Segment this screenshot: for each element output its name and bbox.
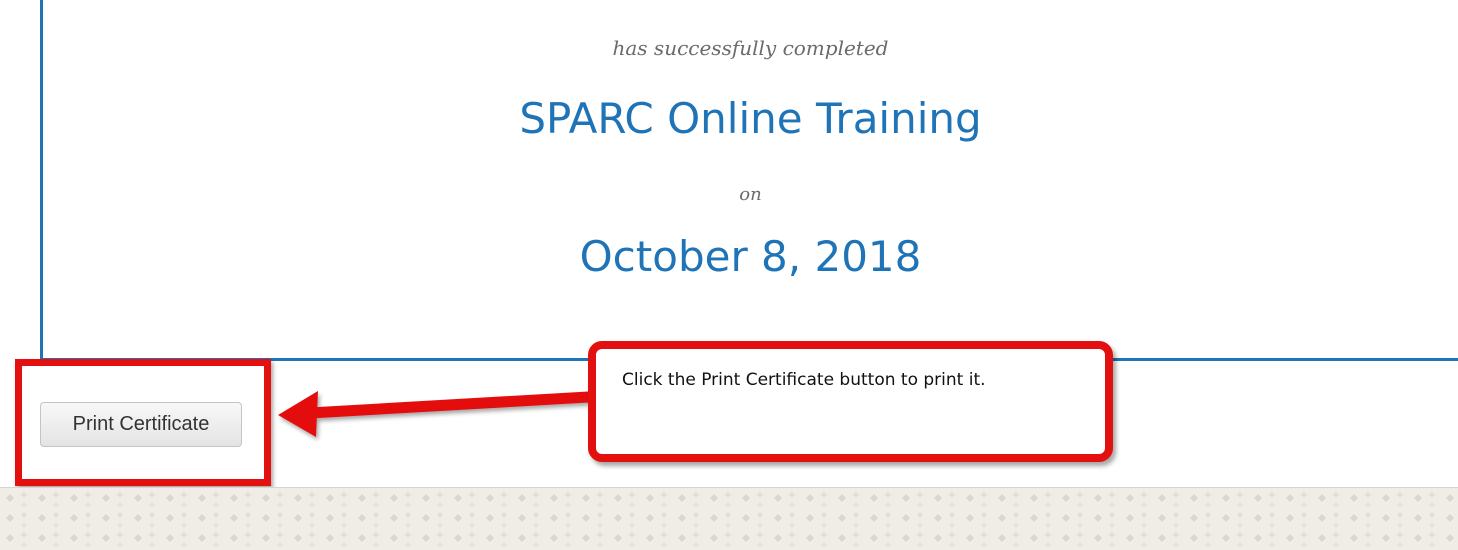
- arrow-icon: [278, 390, 607, 437]
- course-name: SPARC Online Training: [519, 94, 982, 143]
- footer-pattern: [0, 487, 1458, 550]
- pattern-decoration: [0, 488, 1458, 550]
- callout-box: Click the Print Certificate button to pr…: [588, 341, 1113, 462]
- button-highlight-box: [15, 359, 271, 486]
- on-label: on: [739, 184, 762, 205]
- callout-text: Click the Print Certificate button to pr…: [622, 370, 986, 390]
- completion-subtitle: has successfully completed: [612, 36, 889, 60]
- page: has successfully completed SPARC Online …: [0, 0, 1458, 550]
- completion-date: October 8, 2018: [579, 232, 922, 281]
